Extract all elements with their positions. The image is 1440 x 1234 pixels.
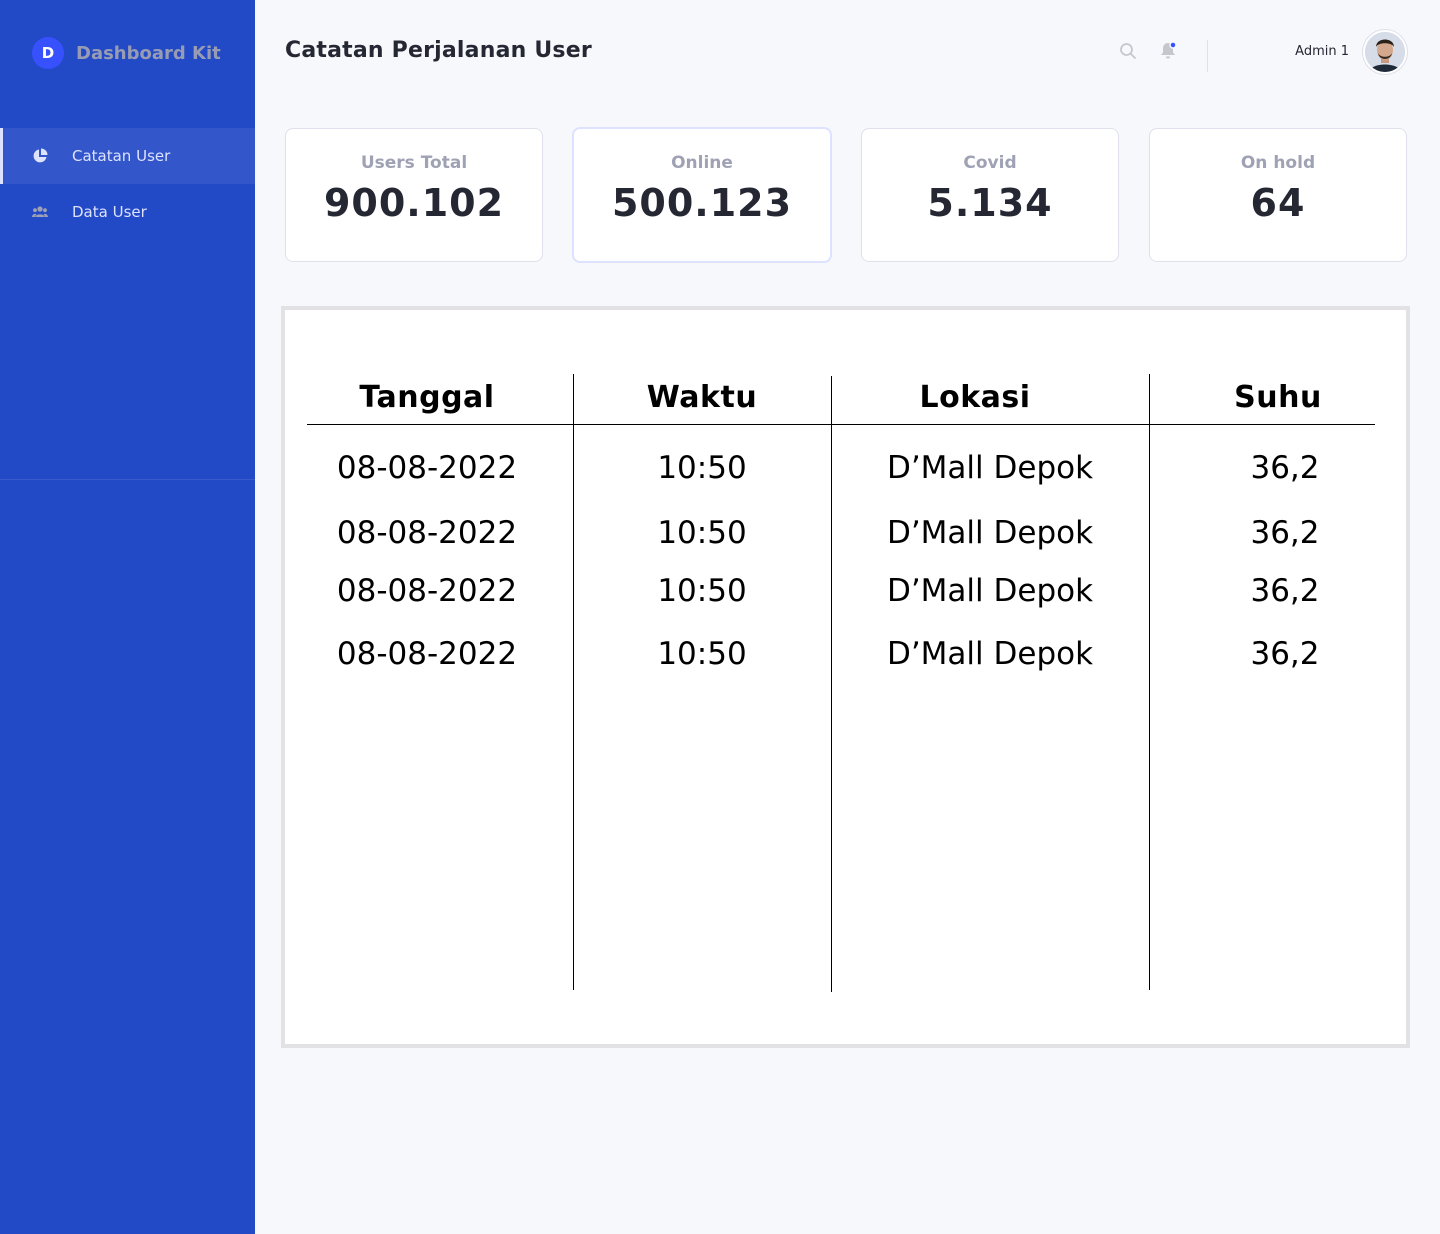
brand-logo-icon: D bbox=[32, 37, 64, 69]
brand-name: Dashboard Kit bbox=[76, 42, 221, 64]
cell-waktu: 10:50 bbox=[657, 573, 747, 609]
cell-tanggal: 08-08-2022 bbox=[336, 636, 518, 672]
cell-suhu: 36,2 bbox=[1250, 450, 1320, 486]
pie-chart-icon bbox=[32, 148, 48, 164]
stat-card-on-hold[interactable]: On hold 64 bbox=[1149, 128, 1407, 262]
column-header-waktu: Waktu bbox=[646, 380, 758, 415]
cell-waktu: 10:50 bbox=[657, 450, 747, 486]
cell-tanggal: 08-08-2022 bbox=[336, 515, 518, 551]
stat-card-covid[interactable]: Covid 5.134 bbox=[861, 128, 1119, 262]
cell-suhu: 36,2 bbox=[1250, 636, 1320, 672]
stat-label: Online bbox=[671, 153, 733, 173]
page-title: Catatan Perjalanan User bbox=[285, 38, 592, 63]
topbar-separator bbox=[1207, 40, 1208, 72]
sidebar-item-label: Catatan User bbox=[72, 147, 171, 165]
stat-card-online[interactable]: Online 500.123 bbox=[572, 127, 832, 263]
cell-waktu: 10:50 bbox=[657, 636, 747, 672]
cell-lokasi: D’Mall Depok bbox=[886, 573, 1094, 609]
cell-tanggal: 08-08-2022 bbox=[336, 573, 518, 609]
sidebar-item-label: Data User bbox=[72, 203, 147, 221]
column-header-lokasi: Lokasi bbox=[919, 380, 1031, 415]
cell-lokasi: D’Mall Depok bbox=[886, 515, 1094, 551]
avatar[interactable] bbox=[1362, 29, 1408, 75]
cell-lokasi: D’Mall Depok bbox=[886, 636, 1094, 672]
cell-lokasi: D’Mall Depok bbox=[886, 450, 1094, 486]
stat-card-users-total[interactable]: Users Total 900.102 bbox=[285, 128, 543, 262]
user-name[interactable]: Admin 1 bbox=[1260, 44, 1349, 59]
stat-value: 500.123 bbox=[611, 181, 793, 225]
sidebar-item-data-user[interactable]: Data User bbox=[0, 184, 255, 240]
column-header-tanggal: Tanggal bbox=[359, 380, 495, 415]
header-divider bbox=[307, 424, 1375, 425]
cell-waktu: 10:50 bbox=[657, 515, 747, 551]
column-divider bbox=[831, 376, 832, 992]
bell-icon[interactable] bbox=[1159, 41, 1177, 59]
stat-label: On hold bbox=[1240, 153, 1316, 173]
stat-value: 900.102 bbox=[323, 181, 505, 225]
stat-label: Covid bbox=[963, 153, 1017, 173]
sidebar: D Dashboard Kit Catatan User Data User bbox=[0, 0, 255, 1234]
column-header-suhu: Suhu bbox=[1234, 380, 1322, 415]
stat-value: 64 bbox=[1250, 181, 1306, 225]
sidebar-item-catatan-user[interactable]: Catatan User bbox=[0, 128, 255, 184]
search-icon[interactable] bbox=[1119, 42, 1137, 60]
stat-value: 5.134 bbox=[927, 181, 1053, 225]
sidebar-divider bbox=[0, 479, 255, 480]
stat-label: Users Total bbox=[360, 153, 468, 173]
brand[interactable]: D Dashboard Kit bbox=[32, 37, 221, 69]
column-divider bbox=[1149, 374, 1150, 990]
travel-log-table: Tanggal Waktu Lokasi Suhu 08-08-2022 10:… bbox=[281, 306, 1410, 1048]
cell-suhu: 36,2 bbox=[1250, 515, 1320, 551]
cell-tanggal: 08-08-2022 bbox=[336, 450, 518, 486]
users-icon bbox=[32, 204, 48, 220]
cell-suhu: 36,2 bbox=[1250, 573, 1320, 609]
